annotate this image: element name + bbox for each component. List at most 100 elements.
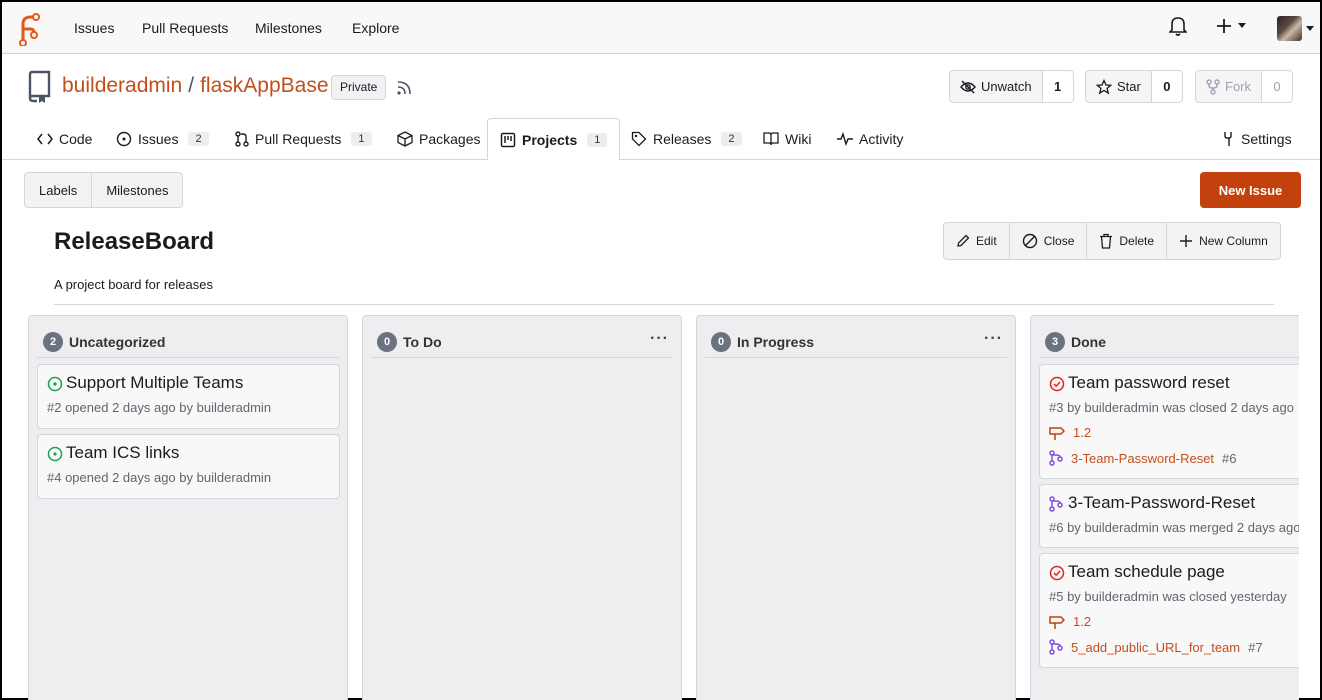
repo-name-link[interactable]: flaskAppBase xyxy=(200,74,328,98)
board-column-uncategorized: 2 Uncategorized Support Multiple Teams #… xyxy=(28,315,348,700)
board-column-in-progress: 0 In Progress ··· xyxy=(696,315,1016,700)
project-board: 2 Uncategorized Support Multiple Teams #… xyxy=(28,315,1299,700)
issue-card[interactable]: Support Multiple Teams #2 opened 2 days … xyxy=(37,364,340,429)
milestone-link[interactable]: 1.2 xyxy=(1073,614,1091,629)
issue-card[interactable]: Team schedule page #5 by builderadmin wa… xyxy=(1039,553,1299,668)
tab-activity[interactable]: Activity xyxy=(837,118,903,160)
repo-separator: / xyxy=(188,74,195,97)
branch-icon xyxy=(1049,639,1063,655)
tab-settings[interactable]: Settings xyxy=(1221,118,1292,160)
branch-ref[interactable]: #7 xyxy=(1248,640,1262,655)
milestone-icon xyxy=(1049,426,1065,440)
new-issue-button[interactable]: New Issue xyxy=(1200,172,1301,208)
card-meta: #4 opened 2 days ago by builderadmin xyxy=(47,470,272,485)
card-milestone: 1.2 xyxy=(1049,425,1091,440)
labels-button[interactable]: Labels xyxy=(25,173,91,207)
column-header: 0 In Progress ··· xyxy=(705,326,1007,358)
nav-pull-requests[interactable]: Pull Requests xyxy=(142,20,228,36)
branch-link[interactable]: 3-Team-Password-Reset xyxy=(1071,451,1214,466)
new-column-button[interactable]: New Column xyxy=(1166,223,1280,259)
nav-issues[interactable]: Issues xyxy=(74,20,114,36)
column-header: 3 Done xyxy=(1039,326,1299,358)
delete-button[interactable]: Delete xyxy=(1086,223,1166,259)
issue-open-icon xyxy=(47,376,63,392)
card-meta: #3 by builderadmin was closed 2 days ago xyxy=(1049,400,1294,415)
card-linked-branch: 3-Team-Password-Reset #6 xyxy=(1049,450,1237,466)
plus-icon xyxy=(1180,235,1193,247)
branch-link[interactable]: 5_add_public_URL_for_team xyxy=(1071,640,1240,655)
tool-icon xyxy=(1224,132,1232,146)
issue-card[interactable]: Team ICS links #4 opened 2 days ago by b… xyxy=(37,434,340,499)
nav-explore[interactable]: Explore xyxy=(352,20,399,36)
issue-closed-icon xyxy=(1049,376,1065,392)
issue-icon xyxy=(116,131,132,147)
avatar[interactable] xyxy=(1277,16,1302,41)
watch-count[interactable]: 1 xyxy=(1042,71,1073,102)
fork-count[interactable]: 0 xyxy=(1262,71,1292,102)
create-menu[interactable] xyxy=(1216,18,1246,34)
tab-pull-requests[interactable]: Pull Requests 1 xyxy=(235,118,372,160)
card-meta: #5 by builderadmin was closed yesterday xyxy=(1049,589,1287,604)
tab-issues[interactable]: Issues 2 xyxy=(116,118,209,160)
circle-slash-icon xyxy=(1022,233,1037,249)
code-icon xyxy=(37,133,53,145)
board-column-todo: 0 To Do ··· xyxy=(362,315,682,700)
repo-tabs: Code Issues 2 Pull Requests 1 Packages P… xyxy=(2,118,1320,161)
milestones-button[interactable]: Milestones xyxy=(91,173,182,207)
card-milestone: 1.2 xyxy=(1049,614,1091,629)
top-navbar: Issues Pull Requests Milestones Explore xyxy=(2,2,1320,54)
issue-card[interactable]: Team password reset #3 by builderadmin w… xyxy=(1039,364,1299,479)
eye-slash-icon xyxy=(960,80,976,93)
repo-owner-link[interactable]: builderadmin xyxy=(62,74,182,98)
tab-releases-count: 2 xyxy=(721,132,742,146)
star-count[interactable]: 0 xyxy=(1151,71,1182,102)
fork-button[interactable]: Fork xyxy=(1196,71,1262,102)
column-menu-button[interactable]: ··· xyxy=(984,330,1003,348)
pulse-icon xyxy=(837,132,853,146)
nav-milestones[interactable]: Milestones xyxy=(255,20,322,36)
column-title: Uncategorized xyxy=(69,333,166,350)
card-title[interactable]: Team ICS links xyxy=(66,443,179,463)
chevron-down-icon xyxy=(1306,25,1314,31)
column-header: 0 To Do ··· xyxy=(371,326,673,358)
book-icon xyxy=(763,132,779,146)
fork-icon xyxy=(1206,78,1220,95)
column-count: 0 xyxy=(711,331,731,352)
tab-releases[interactable]: Releases 2 xyxy=(631,118,742,160)
card-title[interactable]: Support Multiple Teams xyxy=(66,373,243,393)
close-project-button[interactable]: Close xyxy=(1008,223,1087,259)
tab-packages[interactable]: Packages xyxy=(397,118,480,160)
fork-button-group: Fork 0 xyxy=(1195,70,1293,103)
edit-button[interactable]: Edit xyxy=(944,223,1009,259)
user-menu[interactable] xyxy=(1277,16,1314,41)
card-meta: #6 by builderadmin was merged 2 days ago xyxy=(1049,520,1299,535)
card-title[interactable]: 3-Team-Password-Reset xyxy=(1068,493,1255,513)
tab-projects[interactable]: Projects 1 xyxy=(487,118,621,161)
column-menu-button[interactable]: ··· xyxy=(650,330,669,348)
tab-issues-count: 2 xyxy=(188,132,209,146)
card-title[interactable]: Team password reset xyxy=(1068,373,1230,393)
rss-icon[interactable] xyxy=(396,80,412,96)
star-icon xyxy=(1096,78,1112,94)
bell-icon[interactable] xyxy=(1169,16,1187,36)
star-button[interactable]: Star xyxy=(1086,71,1152,102)
column-count: 3 xyxy=(1045,331,1065,352)
tab-pulls-count: 1 xyxy=(351,132,372,146)
column-title: Done xyxy=(1071,333,1106,350)
card-title[interactable]: Team schedule page xyxy=(1068,562,1225,582)
tab-code[interactable]: Code xyxy=(37,118,92,160)
plus-icon xyxy=(1217,19,1231,33)
tab-wiki[interactable]: Wiki xyxy=(763,118,811,160)
labels-milestones-switch: Labels Milestones xyxy=(24,172,184,208)
logo-icon[interactable] xyxy=(16,12,40,46)
unwatch-button[interactable]: Unwatch xyxy=(950,71,1043,102)
milestone-link[interactable]: 1.2 xyxy=(1073,425,1091,440)
pull-request-icon xyxy=(235,131,249,147)
branch-ref[interactable]: #6 xyxy=(1222,451,1236,466)
branch-icon xyxy=(1049,450,1063,466)
watch-button-group: Unwatch 1 xyxy=(949,70,1074,103)
pull-request-card[interactable]: 3-Team-Password-Reset #6 by builderadmin… xyxy=(1039,484,1299,548)
repo-icon xyxy=(26,70,52,104)
pull-request-merged-icon xyxy=(1049,496,1063,512)
milestone-icon xyxy=(1049,615,1065,629)
